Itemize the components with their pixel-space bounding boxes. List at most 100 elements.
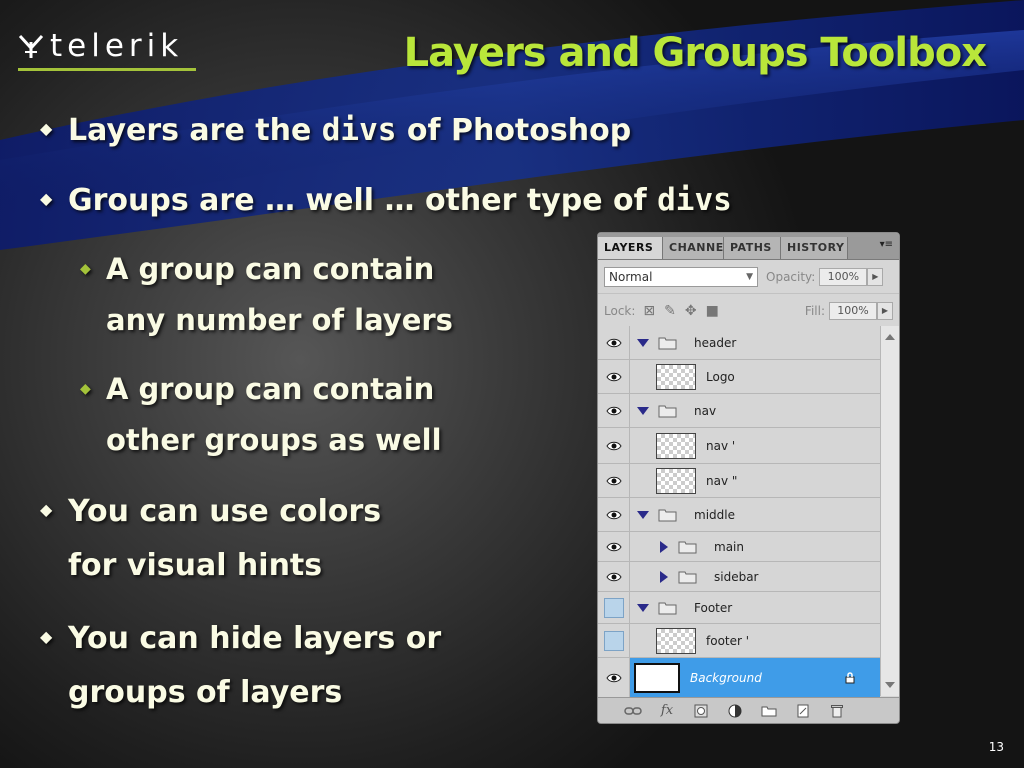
lock-move-icon[interactable]: ✥ [685,303,697,319]
fill-label: Fill: [804,303,825,318]
folder-icon [658,602,677,614]
link-icon[interactable] [624,703,642,719]
telerik-logo: telerik [18,30,196,71]
bullet-item: ◆ Layers are the divs of Photoshop [40,102,631,158]
visibility-toggle[interactable] [598,658,630,698]
expand-triangle-icon[interactable] [637,406,649,415]
logo-text: telerik [50,28,184,64]
lock-label: Lock: [604,303,636,318]
fx-icon[interactable]: fx [658,703,676,719]
new-group-icon[interactable] [760,703,778,719]
slide-number: 13 [988,740,1004,754]
bullet-text: A group can contain [106,372,435,406]
layer-row[interactable]: Background [598,658,880,698]
collapse-triangle-icon[interactable] [660,540,668,553]
bullet-text: You can use colors [68,494,382,529]
layer-thumbnail [656,363,696,390]
panel-menu-icon[interactable]: ▾≡ [880,239,893,250]
folder-icon [658,337,677,349]
layer-thumbnail [656,432,696,459]
bullet-text: any number of layers [106,303,453,337]
bullet-text: groups of layers [68,675,343,710]
collapse-triangle-icon[interactable] [660,570,668,583]
layer-row[interactable]: sidebar [598,562,880,592]
telerik-mark-icon [18,34,44,58]
visibility-toggle[interactable] [598,498,630,531]
visibility-toggle[interactable] [598,394,630,427]
layer-name: middle [694,507,735,522]
visibility-toggle[interactable] [598,428,630,463]
eye-icon [605,572,622,581]
visibility-toggle[interactable] [598,624,630,657]
eye-icon [605,476,622,485]
visibility-toggle[interactable] [598,562,630,591]
visibility-toggle[interactable] [598,592,630,623]
layer-name: nav [694,403,717,418]
bullet-text: Layers are the [68,113,322,148]
expand-triangle-icon[interactable] [637,603,649,612]
layer-name: main [714,539,744,554]
layer-row[interactable]: middle [598,498,880,532]
bullet-item: ◆ You can use colors for visual hints [40,483,381,593]
logo-underline [18,68,196,71]
layer-row[interactable]: Logo [598,360,880,394]
folder-icon [658,405,677,417]
layer-thumbnail [656,467,696,494]
tab-channels[interactable]: CHANNE [663,237,724,259]
scroll-down-icon[interactable] [885,682,895,688]
tab-history[interactable]: HISTORY [781,237,848,259]
visibility-toggle[interactable] [598,360,630,393]
bullet-text: You can hide layers or [68,621,442,656]
lock-brush-icon[interactable]: ✎ [664,303,676,319]
eye-icon [605,542,622,551]
fill-field[interactable]: 100% [829,301,877,320]
opacity-arrow-icon[interactable]: ▶ [867,267,884,286]
lock-row: Lock: ⊠ ✎ ✥ ■ Fill: 100% ▶ [598,294,899,328]
layer-row[interactable]: Footer [598,592,880,624]
mask-icon[interactable] [692,703,710,719]
layer-row[interactable]: footer ' [598,624,880,658]
blend-row: Normal ▼ Opacity: 100% ▶ [598,260,899,294]
new-layer-icon[interactable] [794,703,812,719]
expand-triangle-icon[interactable] [637,338,649,347]
blend-mode-select[interactable]: Normal ▼ [604,266,758,287]
layer-name: Background [690,671,762,685]
scroll-up-icon[interactable] [885,334,895,340]
fill-arrow-icon[interactable]: ▶ [877,301,893,320]
diamond-bullet-icon: ◆ [40,500,53,519]
visibility-toggle[interactable] [598,464,630,497]
visibility-toggle[interactable] [598,326,630,359]
hidden-visibility-icon [603,597,624,618]
opacity-label: Opacity: [766,269,816,284]
layer-row[interactable]: main [598,532,880,562]
visibility-toggle[interactable] [598,532,630,561]
bullet-text: A group can contain [106,252,435,286]
layer-thumbnail [634,663,680,693]
eye-icon [605,372,622,381]
lock-transparent-icon[interactable]: ⊠ [643,303,655,319]
tab-layers[interactable]: LAYERS [598,237,663,259]
bullet-text: of Photoshop [396,113,632,148]
chevron-down-icon: ▼ [746,271,753,282]
tab-paths[interactable]: PATHS [724,237,781,259]
blend-mode-value: Normal [609,269,653,284]
opacity-field[interactable]: 100% [819,267,868,286]
layers-scrollbar[interactable] [880,326,899,696]
diamond-bullet-icon: ◆ [40,627,53,646]
layer-row[interactable]: header [598,326,880,360]
layer-row[interactable]: nav ' [598,428,880,464]
layer-row[interactable]: nav " [598,464,880,498]
trash-icon[interactable] [828,703,846,719]
folder-icon [678,571,697,583]
expand-triangle-icon[interactable] [637,510,649,519]
bullet-code: divs [657,182,732,218]
folder-icon [658,509,677,521]
bullet-item: ◆ Groups are … well … other type of divs [40,172,732,228]
hidden-visibility-icon [603,630,624,651]
bullet-text: other groups as well [106,423,442,457]
layer-row[interactable]: nav [598,394,880,428]
lock-icon [845,672,855,684]
lock-all-icon[interactable]: ■ [706,303,719,319]
panel-bottom-bar: fx [598,697,899,723]
adjustment-icon[interactable] [726,703,744,719]
